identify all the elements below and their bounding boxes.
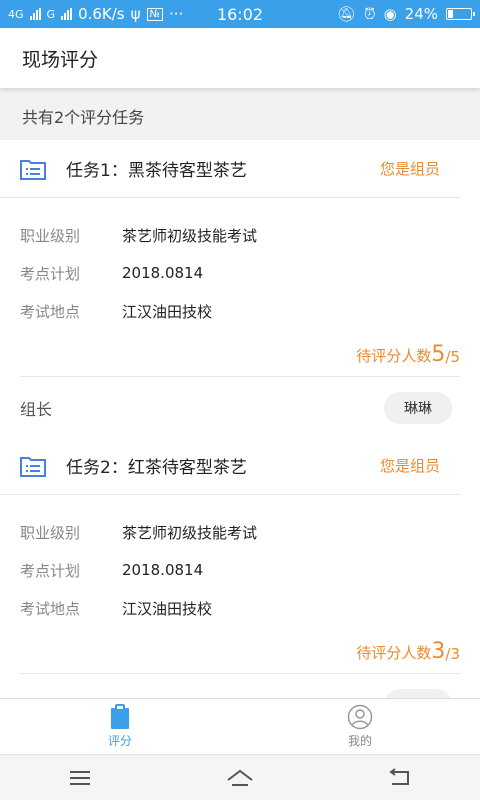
info-key: 职业级别 — [20, 523, 81, 542]
page-title: 现场评分 — [22, 48, 99, 71]
clipboard-icon — [111, 704, 129, 729]
leader-row: 组长 琳琳 — [0, 377, 480, 439]
task-card[interactable]: 任务2：红茶待客型茶艺 您是组员 职业级别 茶艺师初级技能考试 考点计划 2018.… — [0, 437, 480, 736]
clock: 16:02 — [216, 4, 264, 24]
info-value: 茶艺师初级技能考试 — [122, 523, 258, 542]
home-icon[interactable] — [226, 768, 254, 788]
back-icon[interactable] — [386, 767, 414, 788]
menu-icon[interactable] — [66, 768, 94, 788]
pending-number: 5 — [431, 342, 446, 367]
info-key: 考试地点 — [20, 302, 81, 321]
tab-mine[interactable]: 我的 — [240, 699, 480, 754]
info-row-location: 考试地点 江汉油田技校 — [20, 589, 460, 627]
user-icon — [347, 704, 373, 730]
folder-list-icon — [20, 159, 46, 180]
pending-label: 待评分人数 — [356, 347, 432, 365]
pending-count: 待评分人数 3/3 — [20, 627, 460, 674]
info-value: 江汉油田技校 — [122, 302, 213, 321]
info-value: 2018.0814 — [122, 264, 204, 282]
card-header: 任务2：红茶待客型茶艺 您是组员 — [0, 437, 460, 495]
role-badge: 您是组员 — [379, 457, 440, 475]
info-key: 考点计划 — [20, 264, 81, 283]
role-badge: 您是组员 — [379, 160, 440, 178]
info-value: 茶艺师初级技能考试 — [122, 226, 258, 245]
tab-label: 我的 — [347, 734, 372, 748]
card-header: 任务1：黑茶待客型茶艺 您是组员 — [0, 140, 460, 198]
leader-chip[interactable]: 琳琳 — [384, 392, 452, 424]
pending-label: 待评分人数 — [356, 644, 432, 662]
status-bar: 4G G 0.6K/s ψ № ··· 16:02 🔕︎ ⏰︎ ◉ 24% — [0, 0, 480, 28]
pending-number: 3 — [431, 639, 446, 664]
info-key: 考试地点 — [20, 599, 81, 618]
task-card[interactable]: 任务1：黑茶待客型茶艺 您是组员 职业级别 茶艺师初级技能考试 考点计划 2018.… — [0, 140, 480, 439]
leader-label: 组长 — [20, 400, 53, 419]
info-row-level: 职业级别 茶艺师初级技能考试 — [20, 513, 460, 551]
info-row-plan: 考点计划 2018.0814 — [20, 551, 460, 589]
folder-list-icon — [20, 456, 46, 477]
app-header: 现场评分 — [0, 28, 480, 88]
task-info: 职业级别 茶艺师初级技能考试 考点计划 2018.0814 考试地点 江汉油田技校 — [0, 198, 480, 330]
battery-icon — [446, 8, 475, 20]
info-row-plan: 考点计划 2018.0814 — [20, 254, 460, 292]
info-row-level: 职业级别 茶艺师初级技能考试 — [20, 216, 460, 254]
task-info: 职业级别 茶艺师初级技能考试 考点计划 2018.0814 考试地点 江汉油田技校 — [0, 495, 480, 627]
info-value: 江汉油田技校 — [122, 599, 213, 618]
bottom-tab-bar: 评分 我的 — [0, 698, 480, 754]
task-count-summary: 共有2个评分任务 — [22, 108, 145, 127]
tab-score[interactable]: 评分 — [0, 699, 240, 754]
task-title: 任务2：红茶待客型茶艺 — [66, 458, 247, 478]
info-value: 2018.0814 — [122, 561, 204, 579]
system-nav-bar — [0, 754, 480, 800]
tab-label: 评分 — [107, 734, 132, 748]
info-row-location: 考试地点 江汉油田技校 — [20, 292, 460, 330]
pending-count: 待评分人数 5/5 — [20, 330, 460, 377]
info-key: 职业级别 — [20, 226, 81, 245]
pending-total: /5 — [445, 348, 460, 366]
info-key: 考点计划 — [20, 561, 81, 580]
task-title: 任务1：黑茶待客型茶艺 — [66, 161, 247, 181]
pending-total: /3 — [445, 645, 460, 663]
